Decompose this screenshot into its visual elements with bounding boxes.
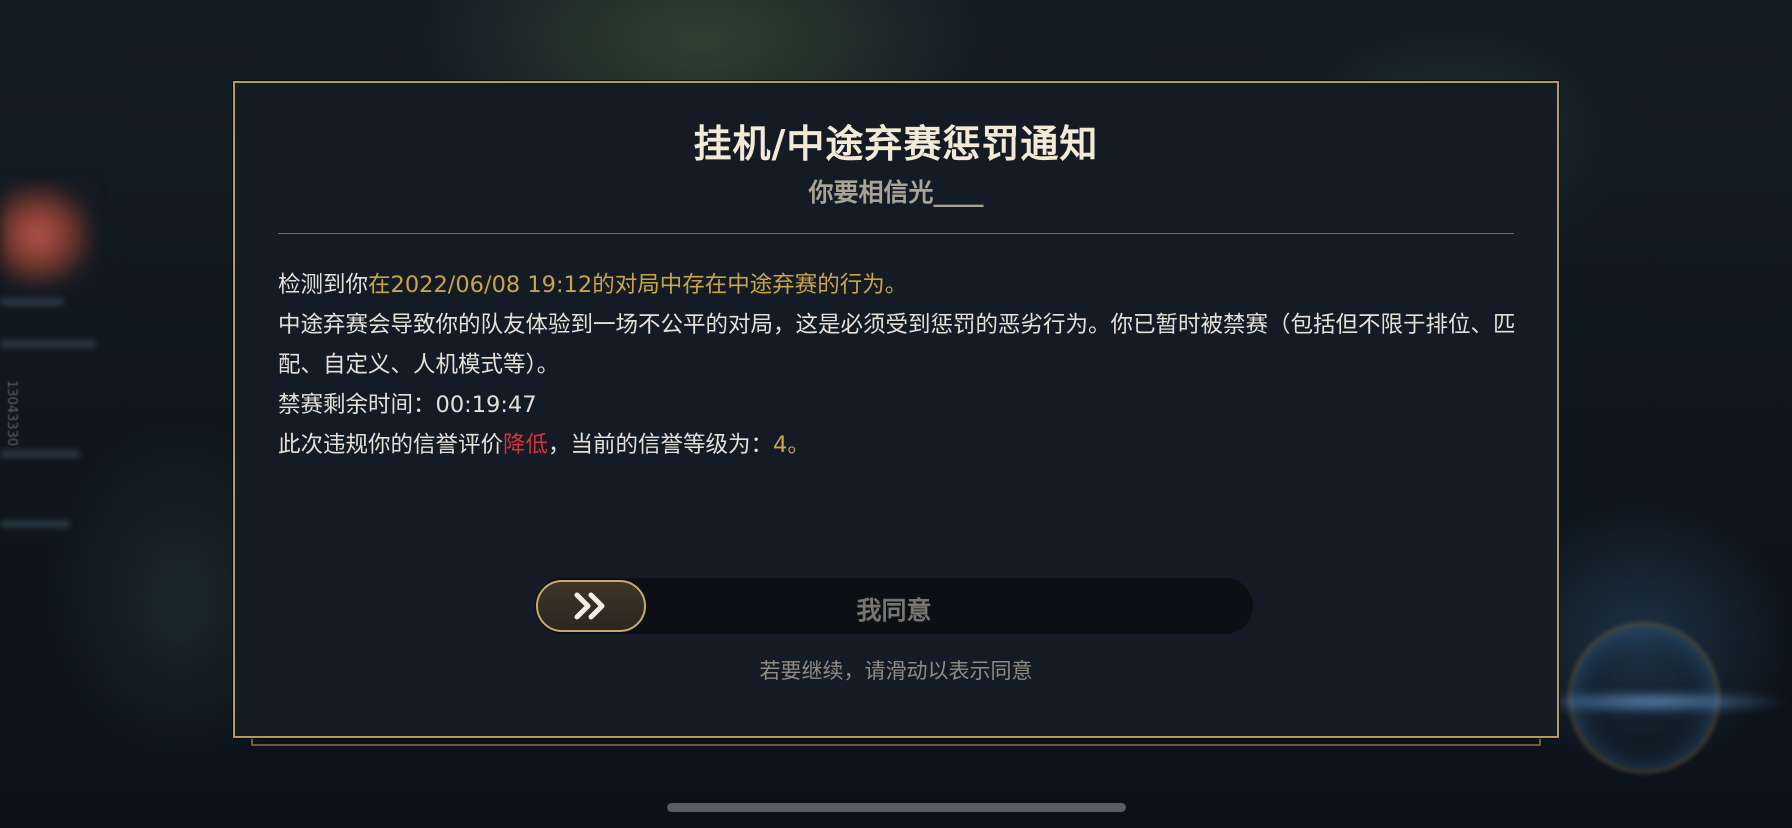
background-glow [1560, 690, 1792, 714]
credit-decrease-label: 降低 [503, 432, 549, 458]
double-chevron-right-icon [574, 592, 605, 620]
notice-body: 检测到你在2022/06/08 19:12的对局中存在中途弃赛的行为。 中途弃赛… [278, 265, 1519, 465]
ban-remaining-time: 禁赛剩余时间：00:19:47 [278, 392, 537, 418]
background-side-panel: 13043330 [0, 180, 100, 640]
divider [278, 233, 1514, 234]
background-text-blur [0, 450, 80, 458]
match-time-highlight: 在2022/06/08 19:12的对局中存在中途弃赛的行为。 [368, 272, 908, 298]
credit-prefix: 此次违规你的信誉评价 [278, 432, 504, 458]
notice-line-explanation: 中途弃赛会导致你的队友体验到一场不公平的对局，这是必须受到惩罚的恶劣行为。你已暂… [278, 312, 1516, 378]
notice-line-detected: 检测到你在2022/06/08 19:12的对局中存在中途弃赛的行为。 [278, 265, 1519, 305]
notice-line-credit: 此次违规你的信誉评价降低，当前的信誉等级为：4。 [278, 425, 1519, 465]
agree-slider-track[interactable]: 我同意 [535, 578, 1253, 634]
background-avatar [0, 180, 96, 290]
penalty-notice-dialog: 挂机/中途弃赛惩罚通知 你要相信光____ 检测到你在2022/06/08 19… [233, 81, 1559, 738]
slide-hint: 若要继续，请滑动以表示同意 [759, 659, 1033, 683]
background-text-blur [0, 520, 70, 528]
background-player-id: 13043330 [4, 380, 19, 447]
home-indicator[interactable] [667, 803, 1126, 812]
player-name: 你要相信光____ [808, 178, 984, 207]
dialog-title: 挂机/中途弃赛惩罚通知 [693, 122, 1099, 166]
notice-line-prefix: 检测到你 [278, 272, 369, 298]
background-text-blur [0, 340, 96, 348]
credit-level-value: 4 [773, 432, 788, 458]
credit-end-punct: 。 [787, 432, 810, 458]
credit-mid-text: ，当前的信誉等级为： [548, 432, 774, 458]
background-text-blur [0, 298, 64, 306]
agree-slider-handle[interactable] [536, 580, 646, 632]
